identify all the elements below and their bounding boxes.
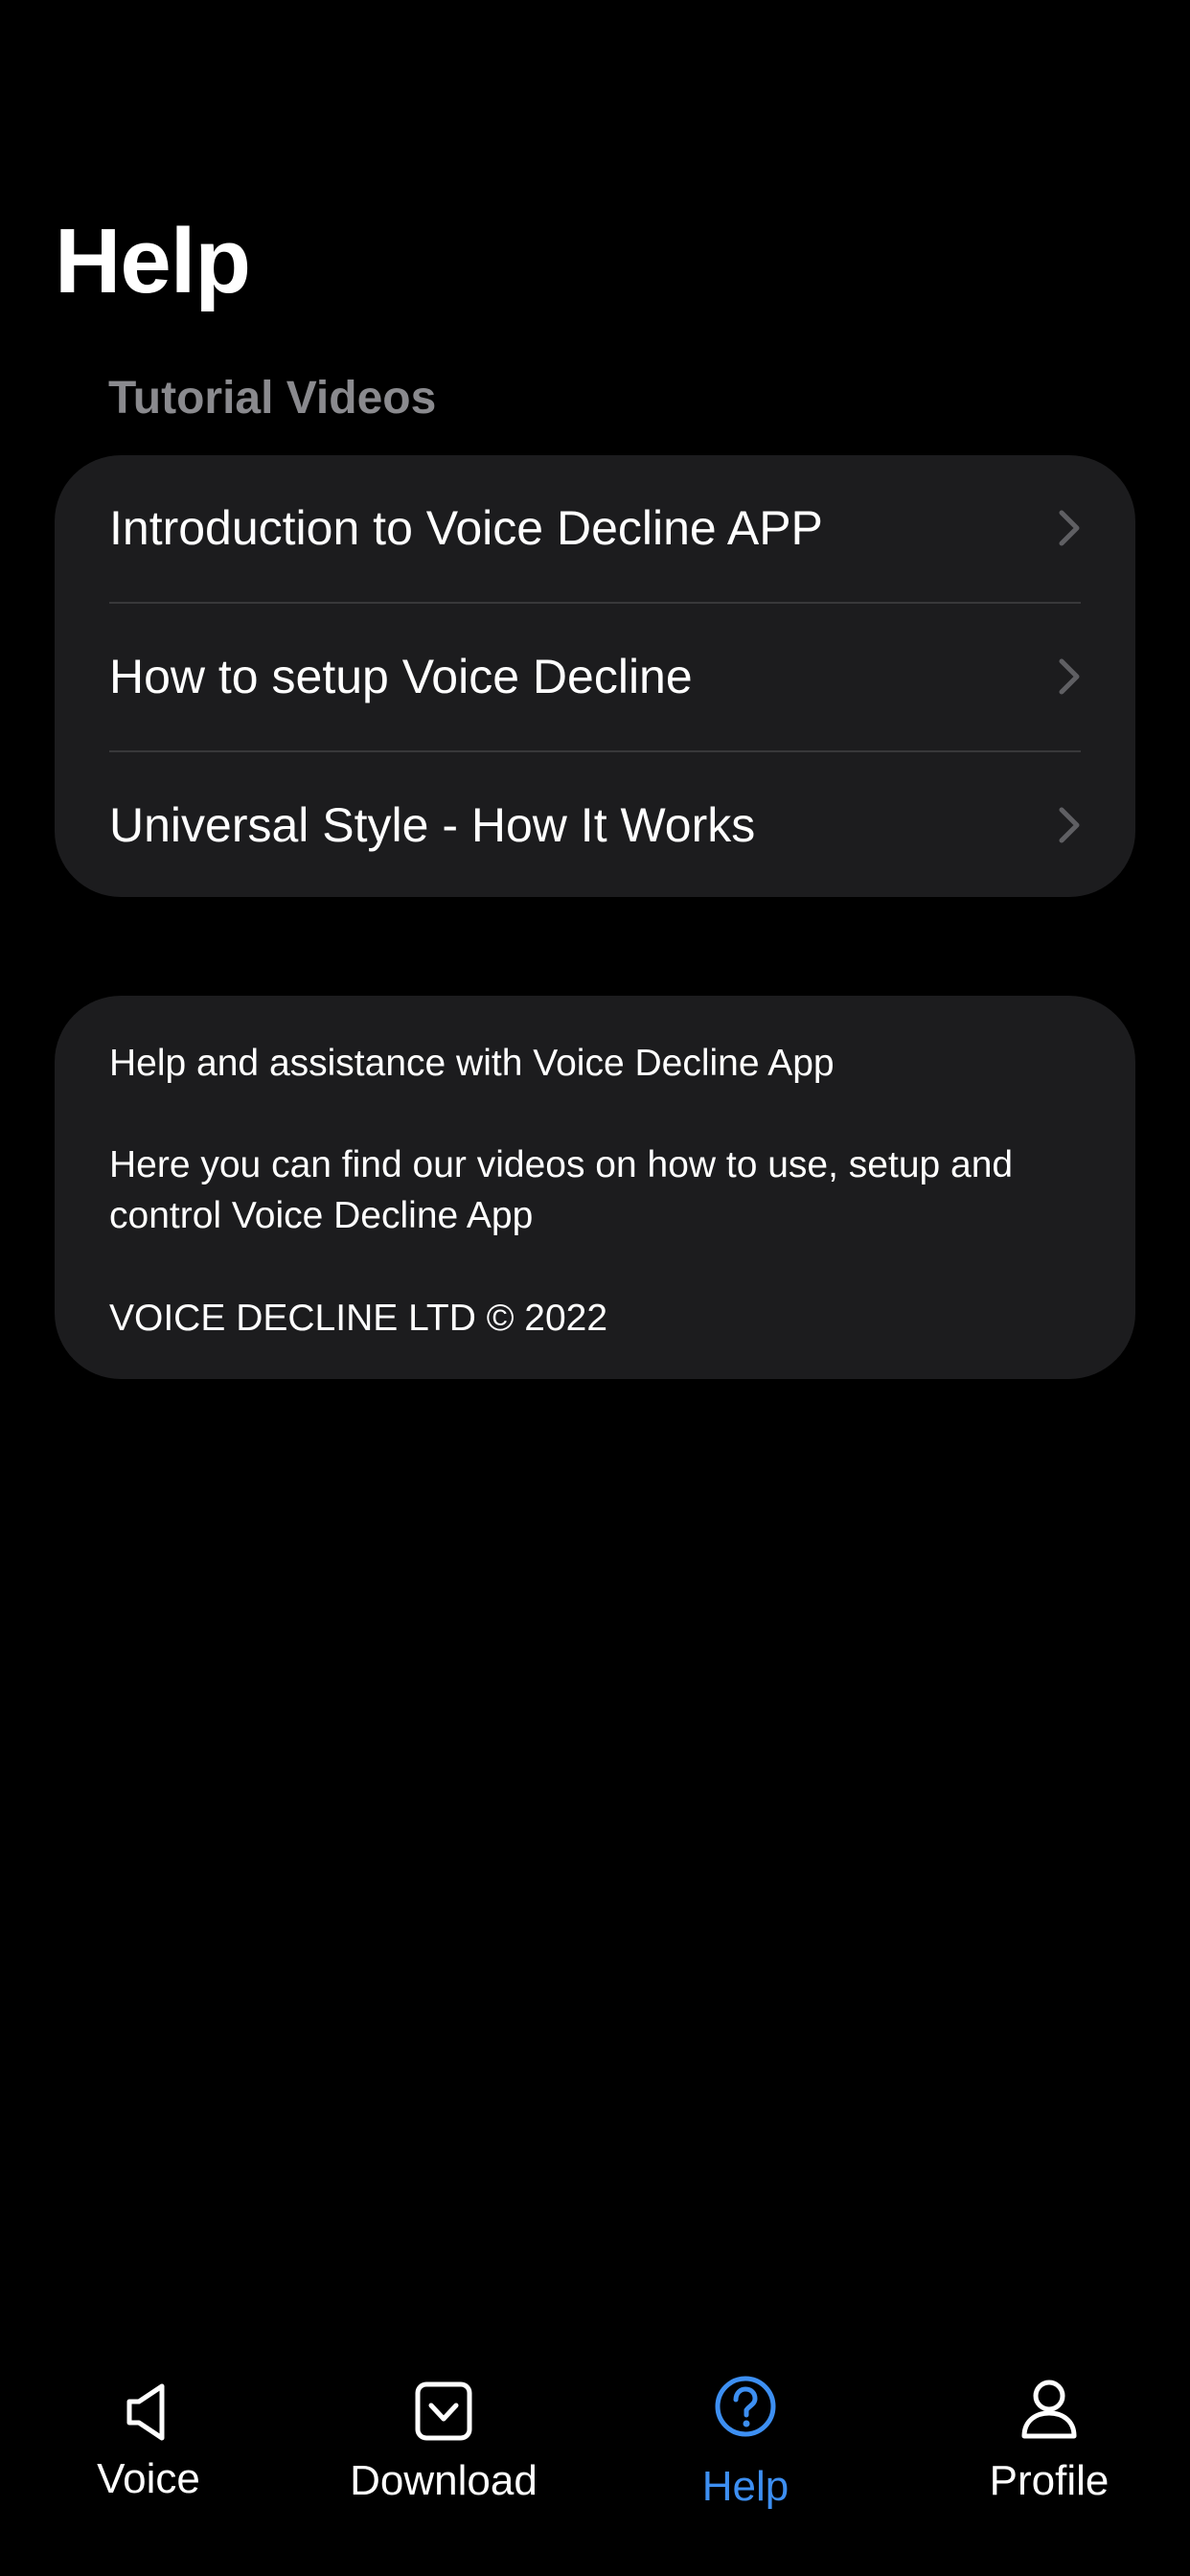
- tab-help[interactable]: Help: [597, 2338, 894, 2530]
- video-item-label: Introduction to Voice Decline APP: [109, 501, 823, 555]
- help-info-card: Help and assistance with Voice Decline A…: [55, 996, 1135, 1379]
- person-icon: [1021, 2380, 1077, 2439]
- question-circle-icon: [715, 2376, 776, 2437]
- video-item-introduction[interactable]: Introduction to Voice Decline APP: [55, 455, 1135, 602]
- tab-label: Profile: [989, 2457, 1110, 2504]
- speaker-icon: [126, 2383, 165, 2441]
- info-heading: Help and assistance with Voice Decline A…: [109, 1043, 835, 1084]
- download-box-icon: [415, 2381, 472, 2441]
- video-item-label: How to setup Voice Decline: [109, 650, 693, 703]
- section-header-tutorial-videos: Tutorial Videos: [108, 373, 437, 424]
- tab-download[interactable]: Download: [295, 2338, 592, 2530]
- page-title: Help: [55, 210, 251, 312]
- video-item-label: Universal Style - How It Works: [109, 798, 756, 852]
- chevron-right-icon: [1059, 807, 1080, 843]
- tab-voice[interactable]: Voice: [0, 2338, 297, 2530]
- info-description: Here you can find our videos on how to u…: [109, 1144, 1014, 1236]
- chevron-right-icon: [1059, 658, 1080, 695]
- video-item-setup[interactable]: How to setup Voice Decline: [55, 604, 1135, 750]
- tab-label: Help: [701, 2463, 790, 2510]
- tutorial-video-list: Introduction to Voice Decline APP How to…: [55, 455, 1135, 897]
- tab-bar: Voice Download Help Profile: [0, 2338, 1190, 2576]
- tab-label: Voice: [97, 2455, 200, 2502]
- copyright-text: VOICE DECLINE LTD © 2022: [109, 1298, 608, 1339]
- tab-label: Download: [350, 2457, 538, 2504]
- tab-profile[interactable]: Profile: [901, 2338, 1190, 2530]
- video-item-universal-style[interactable]: Universal Style - How It Works: [55, 752, 1135, 897]
- chevron-right-icon: [1059, 510, 1080, 546]
